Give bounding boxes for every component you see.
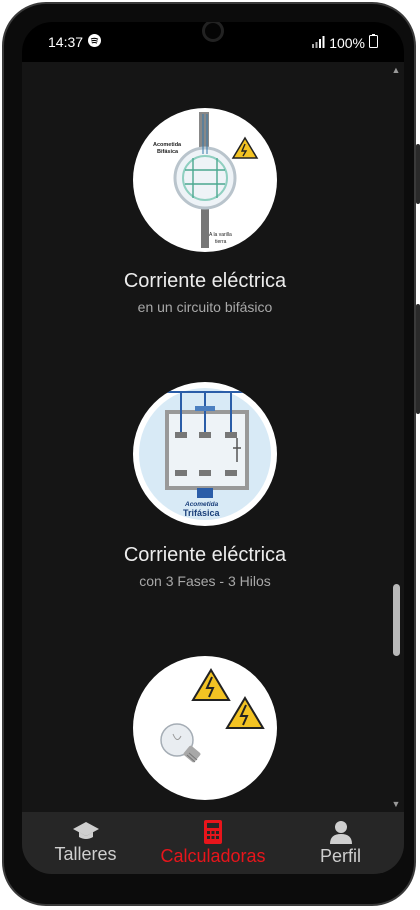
- user-icon: [277, 820, 404, 844]
- bottom-navigation: Talleres Calculadoras Perfil: [22, 812, 404, 874]
- card-three-phase-current[interactable]: Acometida Trifásica Corriente eléctrica …: [22, 382, 388, 589]
- scroll-up-arrow[interactable]: ▲: [390, 64, 402, 76]
- phone-frame: 14:37 100% Acometida Bifásica A la varil…: [2, 2, 420, 906]
- svg-text:A la varilla: A la varilla: [209, 232, 232, 238]
- light-bulb-icon: [160, 723, 201, 763]
- battery-percent: 100%: [329, 34, 365, 51]
- nav-label: Perfil: [319, 846, 361, 866]
- card-biphasic-current[interactable]: Acometida Bifásica A la varilla tierra C…: [22, 108, 388, 315]
- svg-text:tierra: tierra: [215, 239, 227, 245]
- power-button: [416, 144, 420, 204]
- scroll-thumb[interactable]: [393, 584, 400, 656]
- svg-text:Trifásica: Trifásica: [183, 508, 221, 518]
- card-title: Corriente eléctrica: [123, 544, 287, 566]
- three-phase-diagram-image[interactable]: Acometida Trifásica: [133, 382, 277, 526]
- screen: 14:37 100% Acometida Bifásica A la varil…: [22, 22, 404, 874]
- status-bar: 14:37 100%: [22, 22, 404, 62]
- signal-icon: [311, 35, 325, 51]
- nav-talleres[interactable]: Talleres: [22, 812, 149, 874]
- biphasic-diagram-image[interactable]: Acometida Bifásica A la varilla tierra: [133, 108, 277, 252]
- warning-icon: [191, 668, 231, 701]
- warning-icon: [231, 136, 259, 159]
- front-camera: [202, 22, 224, 42]
- graduation-cap-icon: [22, 820, 149, 842]
- svg-text:Acometida: Acometida: [153, 142, 182, 148]
- card-title: Corriente eléctrica: [123, 270, 287, 292]
- nav-label: Talleres: [54, 844, 117, 864]
- nav-perfil[interactable]: Perfil: [277, 812, 404, 874]
- warning-icon: [225, 696, 265, 729]
- clock: 14:37: [48, 34, 84, 50]
- calculator-list[interactable]: Acometida Bifásica A la varilla tierra C…: [22, 62, 404, 812]
- svg-text:Bifásica: Bifásica: [157, 149, 179, 155]
- scroll-down-arrow[interactable]: ▼: [390, 798, 402, 810]
- spotify-icon: [88, 34, 102, 50]
- card-bulb-calculator[interactable]: [22, 656, 388, 800]
- bulb-hazard-image[interactable]: [133, 656, 277, 800]
- volume-button: [416, 304, 420, 414]
- svg-text:Acometida: Acometida: [184, 501, 219, 508]
- nav-calculadoras[interactable]: Calculadoras: [150, 812, 277, 874]
- card-subtitle: con 3 Fases - 3 Hilos: [139, 573, 271, 589]
- card-subtitle: en un circuito bifásico: [137, 299, 273, 315]
- scrollbar[interactable]: ▲ ▼: [390, 64, 402, 810]
- battery-icon: [369, 34, 378, 51]
- nav-label: Calculadoras: [160, 846, 266, 866]
- calculator-icon: [150, 820, 277, 844]
